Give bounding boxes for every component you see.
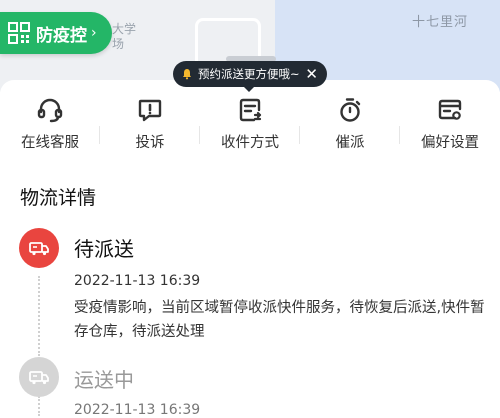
event-status: 运送中: [74, 368, 134, 392]
map-river-label: 十七里河: [411, 15, 468, 30]
action-label: 偏好设置: [421, 135, 479, 151]
status-node-in-transit: [19, 357, 59, 397]
preference-settings-icon: [438, 99, 462, 120]
event-description: 受疫情影响，当前区域暂停收派快件服务，待恢复后派送,快件暂存仓库，待派送处理: [74, 300, 485, 340]
booking-tooltip: 预约派送更方便哦~ ✕: [173, 61, 327, 92]
logistics-title: 物流详情: [20, 187, 97, 209]
receive-method-icon: [239, 98, 262, 122]
online-service-button[interactable]: 在线客服: [0, 96, 100, 156]
urge-delivery-button[interactable]: 催派: [300, 96, 400, 156]
qr-code-icon: [8, 22, 30, 44]
timeline-connector: [38, 276, 40, 356]
epidemic-control-button[interactable]: 防疫控 ›: [0, 12, 112, 54]
chevron-right-icon: ›: [91, 25, 97, 41]
map-poi-label: 场: [112, 37, 125, 51]
action-label: 收件方式: [221, 135, 279, 151]
timeline-connector: [38, 396, 40, 416]
epidemic-control-label: 防疫控: [36, 25, 87, 46]
tooltip-text: 预约派送更方便哦~: [198, 67, 300, 81]
complaint-button[interactable]: 投诉: [100, 96, 200, 156]
close-icon[interactable]: ✕: [305, 65, 318, 83]
truck-icon: [29, 242, 49, 256]
complaint-icon: [138, 99, 162, 122]
truck-icon: [29, 371, 49, 385]
action-label: 催派: [335, 135, 365, 151]
event-status: 待派送: [74, 237, 134, 261]
preference-settings-button[interactable]: 偏好设置: [400, 96, 500, 156]
headset-icon: [37, 98, 63, 123]
receive-method-button[interactable]: 收件方式: [200, 96, 300, 156]
action-label: 投诉: [135, 135, 165, 151]
status-node-pending: [19, 228, 59, 268]
bell-icon: [183, 69, 191, 80]
action-label: 在线客服: [21, 135, 79, 151]
event-time: 2022-11-13 16:39: [74, 273, 201, 289]
urge-icon: [340, 98, 361, 122]
action-bar: 在线客服 投诉 收件方式 催派 偏好设置: [0, 96, 500, 156]
